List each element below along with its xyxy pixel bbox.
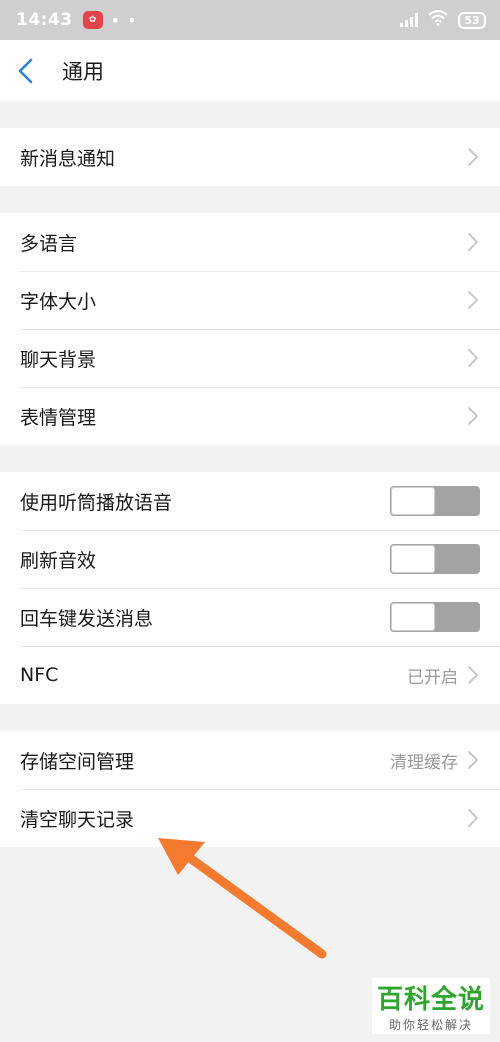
- settings-row[interactable]: 清空聊天记录: [0, 789, 500, 847]
- settings-row[interactable]: 聊天背景: [0, 329, 500, 387]
- settings-row-label: NFC: [20, 664, 59, 686]
- toggle-knob: [391, 603, 435, 631]
- battery-icon: 53: [458, 11, 486, 29]
- settings-row-label: 存储空间管理: [20, 750, 135, 773]
- nav-bar: 通用: [0, 40, 500, 101]
- status-time: 14:43: [16, 10, 73, 30]
- group-gap: [0, 186, 500, 213]
- back-chevron-icon[interactable]: [16, 51, 48, 91]
- settings-row[interactable]: 新消息通知: [0, 128, 500, 186]
- group-gap: [0, 704, 500, 731]
- settings-row-value: 清理缓存: [390, 752, 458, 773]
- toggle-knob: [391, 487, 435, 515]
- chevron-right-icon: [466, 808, 480, 828]
- page-title: 通用: [62, 59, 104, 84]
- chevron-right-icon: [466, 348, 480, 368]
- group-gap: [0, 101, 500, 128]
- settings-row[interactable]: 字体大小: [0, 271, 500, 329]
- settings-row-label: 字体大小: [20, 290, 97, 313]
- toggle-switch[interactable]: [390, 486, 480, 516]
- settings-row[interactable]: 多语言: [0, 213, 500, 271]
- status-bar: 14:43 ✿ • • 53: [0, 0, 500, 40]
- settings-row-label: 多语言: [20, 232, 78, 255]
- watermark-main-text: 百科全说: [376, 985, 485, 1015]
- settings-group: 多语言字体大小聊天背景表情管理: [0, 213, 500, 445]
- settings-row-value: 已开启: [407, 667, 458, 688]
- toggle-knob: [391, 545, 435, 573]
- wifi-icon: [428, 9, 448, 31]
- chevron-right-icon: [466, 232, 480, 252]
- group-gap: [0, 445, 500, 472]
- settings-row[interactable]: 回车键发送消息: [0, 588, 500, 646]
- chevron-right-icon: [466, 290, 480, 310]
- settings-row-label: 回车键发送消息: [20, 607, 154, 630]
- settings-row-label: 清空聊天记录: [20, 808, 135, 831]
- settings-group: 新消息通知: [0, 128, 500, 186]
- settings-row-label: 新消息通知: [20, 147, 116, 170]
- watermark-sub-text: 助你轻松解决: [388, 1018, 473, 1032]
- settings-row[interactable]: 表情管理: [0, 387, 500, 445]
- settings-row-label: 刷新音效: [20, 549, 97, 572]
- settings-group: 存储空间管理 清理缓存清空聊天记录: [0, 731, 500, 847]
- settings-row-label: 使用听筒播放语音: [20, 491, 173, 514]
- settings-list: 新消息通知多语言字体大小聊天背景表情管理使用听筒播放语音 刷新音效回车键发送消息 N…: [0, 101, 500, 847]
- settings-row-label: 表情管理: [20, 406, 97, 429]
- chevron-right-icon: [466, 665, 480, 685]
- chevron-right-icon: [466, 750, 480, 770]
- chevron-right-icon: [466, 406, 480, 426]
- settings-row[interactable]: 刷新音效: [0, 530, 500, 588]
- settings-group: 使用听筒播放语音 刷新音效回车键发送消息 NFC 已开启: [0, 472, 500, 704]
- settings-row[interactable]: 存储空间管理 清理缓存: [0, 731, 500, 789]
- settings-row[interactable]: NFC 已开启: [0, 646, 500, 704]
- toggle-switch[interactable]: [390, 544, 480, 574]
- watermark-logo: 百科全说 助你轻松解决: [372, 978, 490, 1034]
- toggle-switch[interactable]: [390, 602, 480, 632]
- settings-row-label: 聊天背景: [20, 348, 97, 371]
- status-dots: • •: [110, 10, 138, 30]
- chevron-right-icon: [466, 147, 480, 167]
- signal-icon: [400, 13, 418, 27]
- settings-row[interactable]: 使用听筒播放语音: [0, 472, 500, 530]
- app-notification-icon: ✿: [82, 11, 103, 29]
